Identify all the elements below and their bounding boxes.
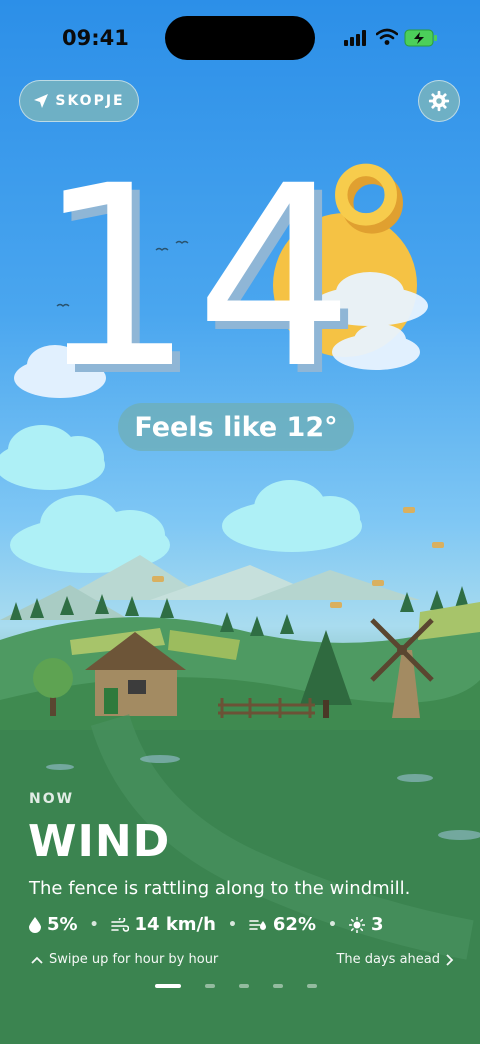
condition-title: WIND — [28, 816, 171, 867]
hourly-hint-label: Swipe up for hour by hour — [49, 952, 219, 967]
weather-screen: 09:41 SKOPJE 14 14 ° ° Feels like 12° NO… — [0, 0, 480, 1044]
stats-row: 5% • 14 km/h • 62% • 3 — [29, 914, 383, 935]
now-label: NOW — [29, 791, 75, 807]
temperature-display: 14 14 ° ° — [36, 140, 422, 400]
dynamic-island — [165, 16, 315, 60]
separator-dot: • — [328, 916, 337, 933]
separator-dot: • — [227, 916, 237, 933]
page-dot[interactable] — [155, 984, 181, 988]
days-ahead-link[interactable]: The days ahead — [336, 952, 454, 967]
current-conditions-panel[interactable]: NOW WIND The fence is rattling along to … — [0, 780, 480, 1044]
gear-icon — [428, 90, 450, 112]
page-dot[interactable] — [307, 984, 317, 988]
chevron-up-icon — [31, 956, 43, 964]
humidity-stat: 62% — [249, 914, 316, 935]
degree-symbol: ° — [316, 140, 416, 360]
temperature-value: 14 — [36, 140, 354, 400]
battery-icon — [404, 29, 437, 47]
page-indicator[interactable] — [150, 984, 322, 988]
days-ahead-label: The days ahead — [336, 952, 440, 967]
humidity-icon — [249, 919, 266, 930]
page-dot[interactable] — [239, 984, 249, 988]
status-time: 09:41 — [62, 26, 129, 50]
settings-button[interactable] — [418, 80, 460, 122]
precipitation-value: 5% — [47, 914, 78, 935]
wind-stat: 14 km/h — [110, 914, 216, 935]
page-dot[interactable] — [205, 984, 215, 988]
location-arrow-icon — [34, 94, 49, 108]
uv-stat: 3 — [348, 914, 384, 935]
chevron-right-icon — [446, 953, 454, 966]
precipitation-stat: 5% — [29, 914, 78, 935]
location-button[interactable]: SKOPJE — [19, 80, 139, 122]
separator-dot: • — [89, 916, 99, 933]
location-label: SKOPJE — [55, 93, 125, 109]
hourly-hint[interactable]: Swipe up for hour by hour — [31, 952, 218, 967]
condition-description: The fence is rattling along to the windm… — [29, 878, 411, 899]
uv-value: 3 — [370, 914, 384, 935]
wind-value: 14 km/h — [134, 914, 216, 935]
sun-icon — [348, 916, 365, 933]
wifi-icon — [376, 28, 398, 45]
wind-icon — [110, 917, 129, 932]
drop-icon — [29, 916, 41, 933]
page-dot[interactable] — [273, 984, 283, 988]
humidity-value: 62% — [272, 914, 316, 935]
signal-icon — [344, 30, 366, 46]
feels-like-badge: Feels like 12° — [118, 403, 354, 451]
status-bar: 09:41 — [0, 0, 480, 76]
